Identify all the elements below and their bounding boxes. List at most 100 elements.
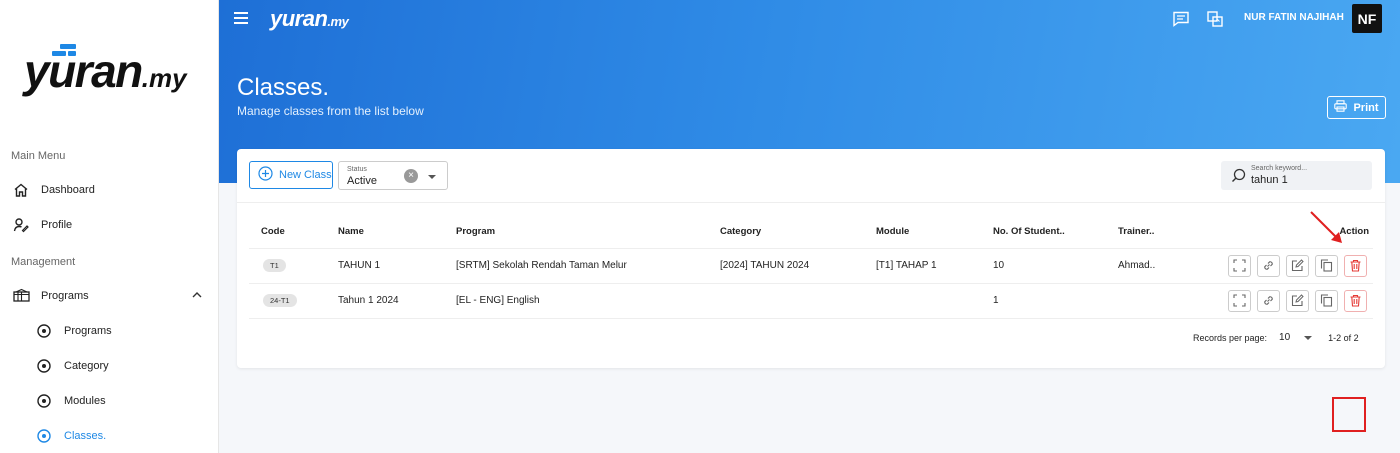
main-menu-label: Main Menu [11, 150, 66, 162]
chevron-up-icon[interactable] [191, 290, 203, 302]
page-subtitle: Manage classes from the list below [237, 104, 424, 118]
print-button[interactable]: Print [1327, 96, 1386, 119]
edit-button[interactable] [1286, 289, 1309, 312]
table-row[interactable]: T1 TAHUN 1 [SRTM] Sekolah Rendah Taman M… [249, 248, 1373, 284]
sidebar-item-programs[interactable]: Programs [0, 281, 218, 311]
search-placeholder: Search keyword... [1251, 165, 1308, 172]
records-per-page-select[interactable]: 10 [1279, 332, 1290, 343]
avatar[interactable]: NF [1352, 4, 1382, 33]
sidebar-item-label: Dashboard [41, 184, 95, 196]
printer-icon [1334, 100, 1348, 115]
divider [237, 202, 1385, 203]
cell-name: Tahun 1 2024 [338, 283, 456, 319]
annotation-arrow-icon [1310, 211, 1342, 243]
status-caption: Status [347, 166, 367, 173]
copy-icon [1320, 294, 1333, 307]
page-title: Classes. [237, 74, 330, 101]
new-class-label: New Class [279, 169, 332, 181]
delete-button[interactable] [1344, 254, 1367, 277]
sidebar-item-label: Category [64, 360, 109, 372]
brand-logo[interactable]: yuran.my [24, 40, 204, 100]
sidebar-item-label: Classes. [64, 430, 107, 442]
home-icon [12, 181, 30, 199]
search-input[interactable] [1251, 174, 1361, 186]
col-code[interactable]: Code [249, 215, 338, 249]
sidebar-item-programs-sub[interactable]: Programs [0, 316, 218, 346]
col-students[interactable]: No. Of Student.. [993, 215, 1118, 249]
cell-program: [EL - ENG] English [456, 283, 720, 319]
radio-icon [35, 427, 53, 445]
sidebar: yuran.my Main Menu Dashboard Profile Man… [0, 0, 219, 453]
col-trainer[interactable]: Trainer.. [1118, 215, 1198, 249]
cell-category [720, 283, 876, 319]
switch-icon[interactable] [1206, 10, 1224, 28]
logo-text: yuran.my [24, 45, 187, 97]
print-label: Print [1353, 101, 1379, 114]
sidebar-item-label: Programs [64, 325, 112, 337]
edit-icon [1291, 259, 1304, 272]
caret-down-icon[interactable] [1304, 335, 1313, 340]
add-circle-icon [258, 166, 273, 184]
profile-icon [12, 216, 30, 234]
sidebar-item-label: Programs [41, 290, 89, 302]
sidebar-item-label: Modules [64, 395, 106, 407]
table-row[interactable]: 24-T1 Tahun 1 2024 [EL - ENG] English 1 [249, 283, 1373, 319]
code-badge: T1 [263, 259, 286, 272]
clear-icon[interactable]: × [404, 169, 418, 183]
classes-card: New Class Status Active × Search keyword… [237, 149, 1385, 432]
edit-button[interactable] [1286, 254, 1309, 277]
radio-icon [35, 357, 53, 375]
col-module[interactable]: Module [876, 215, 993, 249]
radio-icon [35, 322, 53, 340]
expand-button[interactable] [1228, 289, 1251, 312]
caret-down-icon[interactable] [428, 175, 436, 179]
cell-category: [2024] TAHUN 2024 [720, 248, 876, 284]
sidebar-item-dashboard[interactable]: Dashboard [0, 175, 218, 205]
cell-module [876, 283, 993, 319]
duplicate-button[interactable] [1315, 254, 1338, 277]
duplicate-button[interactable] [1315, 289, 1338, 312]
management-label: Management [11, 256, 76, 268]
cell-name: TAHUN 1 [338, 248, 456, 284]
expand-icon [1233, 259, 1246, 272]
sidebar-item-modules[interactable]: Modules [0, 386, 218, 416]
header-logo[interactable]: yuran.my [270, 6, 349, 32]
radio-icon [35, 392, 53, 410]
sidebar-item-classes[interactable]: Classes. [0, 421, 218, 451]
pagination: Records per page: 10 1-2 of 2 [1193, 332, 1359, 343]
new-class-button[interactable]: New Class [249, 161, 333, 189]
sidebar-item-profile[interactable]: Profile [0, 210, 218, 240]
status-select[interactable]: Status Active × [338, 161, 448, 190]
link-icon [1264, 296, 1273, 305]
page-range: 1-2 of 2 [1328, 332, 1359, 343]
expand-icon [1233, 294, 1246, 307]
expand-button[interactable] [1228, 254, 1251, 277]
table-header-row: Code Name Program Category Module No. Of… [249, 215, 1373, 249]
search-box[interactable]: Search keyword... [1221, 161, 1372, 190]
delete-highlight-box [1332, 397, 1366, 432]
link-button[interactable] [1257, 254, 1280, 277]
records-per-page-label: Records per page: [1193, 332, 1268, 343]
trash-icon [1350, 259, 1361, 272]
link-icon [1264, 261, 1273, 270]
row-actions [1198, 254, 1373, 277]
search-icon [1231, 168, 1246, 188]
col-name[interactable]: Name [338, 215, 456, 249]
delete-button[interactable] [1344, 289, 1367, 312]
cell-module: [T1] TAHAP 1 [876, 248, 993, 284]
cell-trainer: Ahmad.. [1118, 248, 1198, 284]
cell-trainer [1118, 283, 1198, 319]
sidebar-item-category[interactable]: Category [0, 351, 218, 381]
status-value: Active [347, 175, 377, 187]
user-name[interactable]: NUR FATIN NAJIHAH [1244, 12, 1344, 23]
app: yuran.my Main Menu Dashboard Profile Man… [0, 0, 1400, 453]
col-program[interactable]: Program [456, 215, 720, 249]
chat-icon[interactable] [1172, 10, 1190, 28]
cell-program: [SRTM] Sekolah Rendah Taman Melur [456, 248, 720, 284]
sidebar-item-label: Profile [41, 219, 73, 231]
code-badge: 24-T1 [263, 294, 297, 307]
cell-students: 1 [993, 283, 1118, 319]
link-button[interactable] [1257, 289, 1280, 312]
col-category[interactable]: Category [720, 215, 876, 249]
menu-icon[interactable] [234, 12, 248, 27]
